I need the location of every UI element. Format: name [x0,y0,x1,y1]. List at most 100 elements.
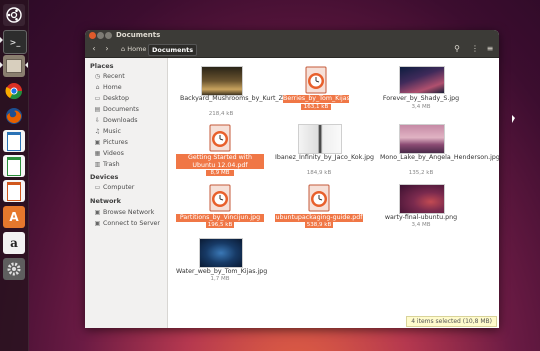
sidebar-item-documents[interactable]: ▤ Documents [94,105,139,114]
video-icon: ▦ [94,149,101,157]
file-item[interactable]: warty-final-ubuntu.png 3,4 MB [380,184,462,234]
sidebar-item-connect-server[interactable]: ▣ Connect to Server [94,219,160,228]
file-name: Ibanez_Infinity_by_Jaco_Kok.jpg [275,154,375,161]
file-name: warty-final-ubuntu.png [384,214,458,221]
libreoffice-calc-icon[interactable] [3,155,25,177]
minimize-icon[interactable] [97,32,104,39]
pictures-icon: ▣ [94,138,101,146]
sidebar-item-home[interactable]: ⌂ Home [94,83,122,92]
file-size: 163,1 kB [301,104,331,110]
running-indicator [0,37,3,43]
file-size: 8,9 MB [206,170,234,176]
file-size: 196,5 kB [206,222,234,228]
file-item[interactable]: Ibanez_Infinity_by_Jaco_Kok.jpg 184,9 kB [275,124,375,176]
devices-header: Devices [90,173,119,181]
title-bar: Documents [85,30,499,42]
chromium-icon[interactable] [3,80,25,102]
file-item[interactable]: Forever_by_Shady_S.jpg 3,4 MB [380,66,462,116]
file-item[interactable]: Berries_by_Tom_Kijas.jpg 163,1 kB [275,66,362,116]
file-manager-icon[interactable] [3,55,25,77]
clock-icon: ◷ [94,72,101,80]
sidebar-item-label: Downloads [103,117,138,124]
status-badge: 4 items selected (10,8 MB) [406,316,497,327]
file-size: 184,9 kB [306,170,332,176]
close-icon[interactable] [89,32,96,39]
system-settings-icon[interactable] [3,258,25,280]
desktop-icon: ▭ [94,94,101,102]
file-item[interactable]: Backyard_Mushrooms_by_Kurt_Zitzelman.jpg… [180,66,322,117]
sidebar: Places ◷ Recent ⌂ Home ▭ Desktop ▤ Documents… [85,58,168,328]
file-size: 3,4 MB [411,104,431,110]
sidebar-item-label: Connect to Server [103,220,161,227]
download-icon: ⇩ [94,116,101,124]
file-name: ubuntupackaging-guide.pdf [275,214,363,222]
sidebar-item-music[interactable]: ♫ Music [94,127,121,136]
pdf-file-icon [209,124,231,152]
software-center-icon[interactable]: A [3,206,25,228]
breadcrumb-home[interactable]: ⌂ Home [118,44,149,54]
sidebar-item-label: Recent [103,73,125,80]
file-name: Getting Started with Ubuntu 12.04.pdf [176,154,264,169]
file-size: 1,7 MB [210,276,230,282]
window-title: Documents [116,31,161,39]
view-options-icon[interactable]: ⋮ [469,44,481,54]
file-name: Mono_Lake_by_Angela_Henderson.jpg [380,154,499,161]
sidebar-item-label: Desktop [103,95,129,102]
running-indicator [0,62,3,68]
back-icon[interactable]: ‹ [88,44,100,54]
file-item[interactable]: Getting Started with Ubuntu 12.04.pdf 8,… [176,124,264,176]
folder-icon: ▤ [94,105,101,113]
file-size: 3,4 MB [411,222,431,228]
sidebar-item-label: Videos [103,150,124,157]
file-size: 218,4 kB [208,111,234,117]
file-name: Berries_by_Tom_Kijas.jpg [283,95,362,103]
file-item[interactable]: Mono_Lake_by_Angela_Henderson.jpg 135,2 … [380,124,499,176]
image-thumbnail [199,238,243,268]
image-file-icon [305,66,327,94]
music-icon: ♫ [94,127,101,135]
amazon-icon[interactable]: a [3,232,25,254]
libreoffice-writer-icon[interactable] [3,130,25,152]
file-item[interactable]: ubuntupackaging-guide.pdf 538,9 kB [275,184,363,234]
active-indicator [25,62,28,68]
search-icon[interactable]: ⚲ [451,44,463,54]
sidebar-item-downloads[interactable]: ⇩ Downloads [94,116,138,125]
ubuntu-dash-icon[interactable] [3,4,25,26]
breadcrumb-home-label: Home [127,45,147,53]
file-name: Water_web_by_Tom_Kijas.jpg [176,268,268,275]
image-file-icon [209,184,231,212]
home-icon: ⌂ [121,45,126,53]
image-thumbnail [298,124,342,154]
forward-icon[interactable]: › [101,44,113,54]
image-thumbnail [399,184,445,214]
image-thumbnail [399,124,445,154]
sidebar-item-label: Computer [103,184,135,191]
sidebar-item-label: Music [103,128,121,135]
sidebar-item-browse-network[interactable]: ▣ Browse Network [94,208,155,217]
sidebar-item-label: Browse Network [103,209,155,216]
file-size: 538,9 kB [305,222,333,228]
sidebar-item-recent[interactable]: ◷ Recent [94,72,125,81]
menu-icon[interactable]: ≡ [484,44,496,54]
file-name: Backyard_Mushrooms_by_Kurt_Zitzelman.jpg [180,95,322,102]
launcher: >_ A a [0,0,29,351]
file-item[interactable]: Partitions_by_Vincijun.jpg 196,5 kB [176,184,264,234]
terminal-icon[interactable]: >_ [3,30,27,54]
places-header: Places [90,62,114,70]
maximize-icon[interactable] [105,32,112,39]
file-view: Backyard_Mushrooms_by_Kurt_Zitzelman.jpg… [168,58,499,328]
trash-icon: ▥ [94,160,101,168]
sidebar-item-pictures[interactable]: ▣ Pictures [94,138,128,147]
sidebar-item-videos[interactable]: ▦ Videos [94,149,124,158]
firefox-icon[interactable] [3,105,25,127]
sidebar-item-computer[interactable]: ▭ Computer [94,183,135,192]
mouse-cursor [512,115,515,123]
file-size: 135,2 kB [408,170,434,176]
sidebar-item-label: Pictures [103,139,128,146]
file-item[interactable]: Water_web_by_Tom_Kijas.jpg 1,7 MB [176,238,268,288]
sidebar-item-desktop[interactable]: ▭ Desktop [94,94,129,103]
sidebar-item-trash[interactable]: ▥ Trash [94,160,120,169]
libreoffice-impress-icon[interactable] [3,180,25,202]
breadcrumb-current[interactable]: Documents [148,44,198,56]
computer-icon: ▭ [94,183,101,191]
